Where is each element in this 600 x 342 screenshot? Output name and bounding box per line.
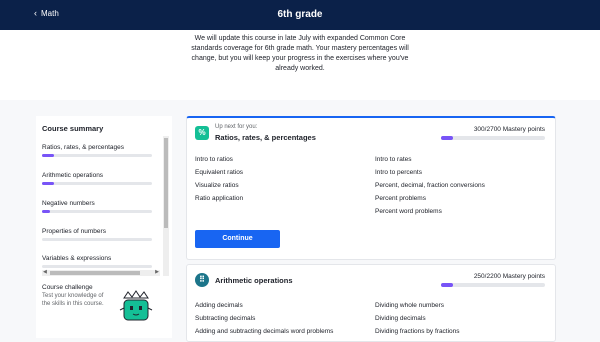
skill-link[interactable]: Adding decimals: [195, 302, 243, 309]
sidebar-item-ratios[interactable]: Ratios, rates, & percentages: [42, 144, 162, 151]
skill-link[interactable]: Percent, decimal, fraction conversions: [375, 182, 485, 189]
percent-icon: %: [195, 126, 209, 140]
course-challenge-title[interactable]: Course challenge: [42, 284, 93, 291]
sidebar-progress-arithmetic: [42, 182, 152, 185]
progress-fill: [441, 283, 453, 287]
scroll-right-icon[interactable]: ▶: [155, 269, 159, 275]
sidebar-progress-negative: [42, 210, 152, 213]
skill-link[interactable]: Ratio application: [195, 195, 243, 202]
sidebar-progress-properties: [42, 238, 152, 241]
sidebar-item-variables[interactable]: Variables & expressions: [42, 255, 162, 262]
skill-link[interactable]: Intro to rates: [375, 156, 412, 163]
progress-fill: [42, 210, 50, 213]
unit-title[interactable]: Ratios, rates, & percentages: [215, 133, 316, 142]
course-challenge-text: Test your knowledge of the skills in thi…: [42, 293, 104, 307]
sidebar-horizontal-scrollbar[interactable]: ◀ ▶: [42, 269, 160, 276]
up-next-label: Up next for you:: [215, 124, 258, 130]
sidebar-progress-variables: [42, 265, 152, 268]
skill-link[interactable]: Adding and subtracting decimals word pro…: [195, 328, 333, 335]
skill-link[interactable]: Percent word problems: [375, 208, 442, 215]
unit-card-arithmetic: ⠿ Arithmetic operations 250/2200 Mastery…: [186, 264, 556, 342]
skill-link[interactable]: Intro to percents: [375, 169, 422, 176]
operations-icon: ⠿: [195, 273, 209, 287]
scrollbar-thumb[interactable]: [50, 271, 140, 275]
skill-link[interactable]: Visualize ratios: [195, 182, 239, 189]
unit-title[interactable]: Arithmetic operations: [215, 276, 293, 285]
sidebar-item-properties[interactable]: Properties of numbers: [42, 228, 162, 235]
page-title: 6th grade: [277, 9, 323, 20]
sidebar-progress-ratios: [42, 154, 152, 157]
skill-link[interactable]: Equivalent ratios: [195, 169, 243, 176]
course-summary-sidebar: Course summary Ratios, rates, & percenta…: [36, 116, 172, 338]
progress-fill: [42, 182, 55, 185]
course-summary-heading: Course summary: [42, 124, 104, 133]
continue-button[interactable]: Continue: [195, 230, 280, 248]
mastery-points: 300/2700 Mastery points: [473, 126, 545, 133]
skill-link[interactable]: Dividing whole numbers: [375, 302, 444, 309]
notice-text: We will update this course in late July …: [191, 35, 409, 72]
mastery-progress-bar: [441, 136, 545, 140]
skill-link[interactable]: Percent problems: [375, 195, 426, 202]
mastery-progress-bar: [441, 283, 545, 287]
unit-card-ratios: % Up next for you: Ratios, rates, & perc…: [186, 116, 556, 260]
top-bar: ‹ Math 6th grade: [0, 0, 600, 30]
skill-link[interactable]: Dividing decimals: [375, 315, 426, 322]
mascot-icon: [119, 290, 153, 321]
sidebar-vertical-scrollbar[interactable]: [163, 136, 169, 276]
sidebar-item-arithmetic[interactable]: Arithmetic operations: [42, 172, 162, 179]
sidebar-item-negative[interactable]: Negative numbers: [42, 200, 162, 207]
scrollbar-thumb[interactable]: [164, 138, 168, 228]
skill-link[interactable]: Subtracting decimals: [195, 315, 255, 322]
mastery-points: 250/2200 Mastery points: [473, 273, 545, 280]
skill-link[interactable]: Intro to ratios: [195, 156, 233, 163]
progress-fill: [42, 154, 55, 157]
scroll-left-icon[interactable]: ◀: [43, 269, 47, 275]
skill-link[interactable]: Dividing fractions by fractions: [375, 328, 460, 335]
progress-fill: [441, 136, 453, 140]
notice-banner: We will update this course in late July …: [0, 30, 600, 96]
